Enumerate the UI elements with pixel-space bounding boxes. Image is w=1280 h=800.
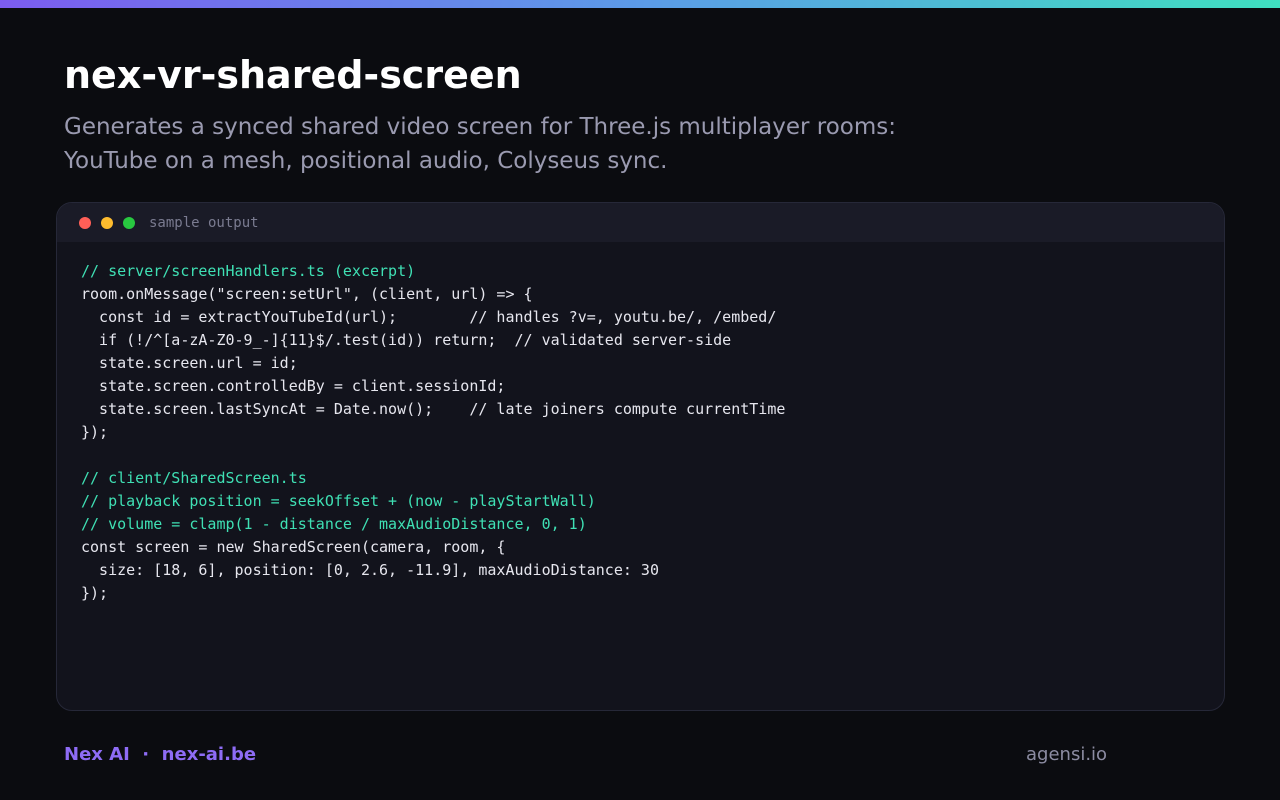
code-line: state.screen.lastSyncAt = Date.now(); //…	[81, 400, 786, 418]
page-title: nex-vr-shared-screen	[64, 53, 522, 97]
subtitle-line-2: YouTube on a mesh, positional audio, Col…	[64, 148, 668, 174]
code-comment-line: // volume = clamp(1 - distance / maxAudi…	[81, 515, 587, 533]
code-line: state.screen.controlledBy = client.sessi…	[81, 377, 506, 395]
code-line: size: [18, 6], position: [0, 2.6, -11.9]…	[81, 561, 659, 579]
subtitle-line-1: Generates a synced shared video screen f…	[64, 114, 896, 140]
code-comment-line: // client/SharedScreen.ts	[81, 469, 307, 487]
code-line: state.screen.url = id;	[81, 354, 298, 372]
page-subtitle: Generates a synced shared video screen f…	[64, 110, 896, 178]
code-line: const screen = new SharedScreen(camera, …	[81, 538, 506, 556]
code-line: room.onMessage("screen:setUrl", (client,…	[81, 285, 533, 303]
code-window: sample output // server/screenHandlers.t…	[56, 202, 1225, 711]
window-title-bar: sample output	[57, 203, 1224, 242]
code-line: });	[81, 423, 109, 441]
code-comment-line: // playback position = seekOffset + (now…	[81, 492, 596, 510]
window-title: sample output	[149, 214, 259, 231]
footer-site: agensi.io	[1026, 744, 1108, 765]
code-line: if (!/^[a-zA-Z0-9_-]{11}$/.test(id)) ret…	[81, 331, 732, 349]
code-comment-line: // server/screenHandlers.ts (excerpt)	[81, 262, 416, 280]
code-line: });	[81, 584, 109, 602]
minimize-dot-icon	[101, 216, 113, 229]
maximize-dot-icon	[123, 216, 135, 229]
code-line: const id = extractYouTubeId(url); // han…	[81, 308, 777, 326]
close-dot-icon	[79, 216, 91, 229]
code-block: // server/screenHandlers.ts (excerpt) roo…	[57, 242, 1224, 605]
footer-brand: Nex AI · nex-ai.be	[64, 744, 257, 765]
accent-gradient-bar	[0, 0, 1280, 8]
